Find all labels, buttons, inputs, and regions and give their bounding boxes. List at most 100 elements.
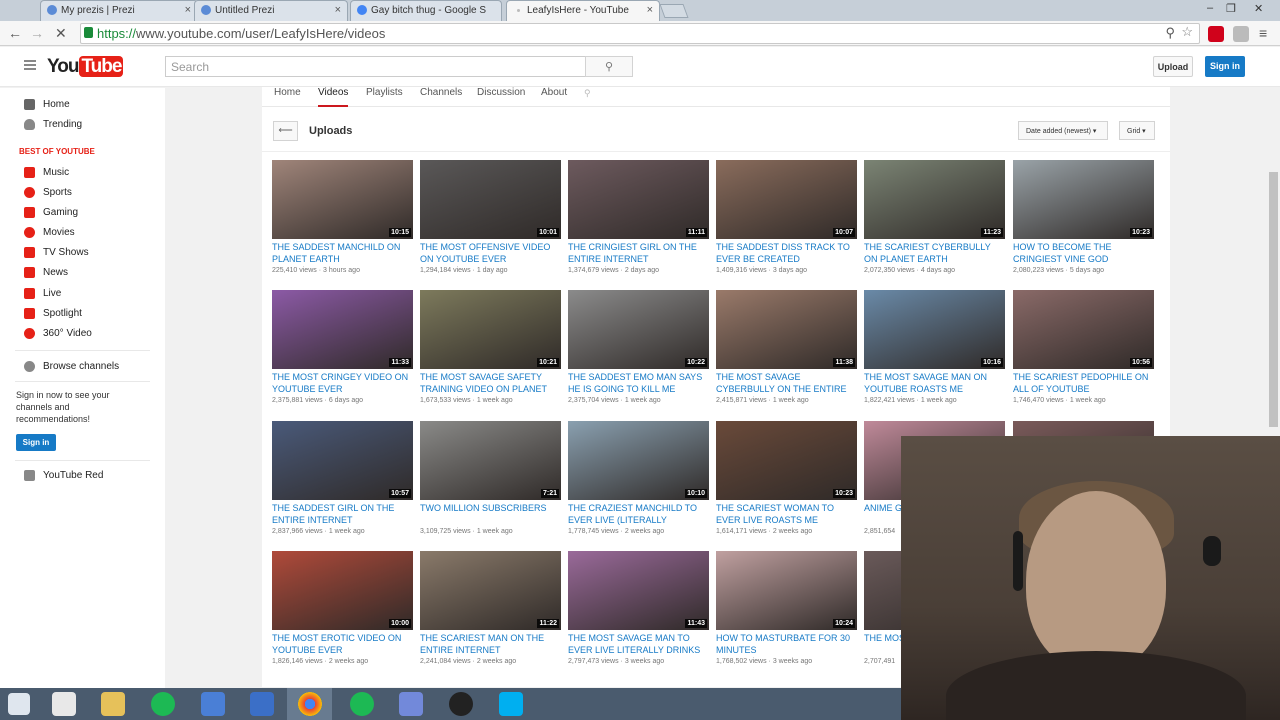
video-card[interactable]: 10:23 HOW TO BECOME THE CRINGIEST VINE GO… [1013,160,1155,285]
video-card[interactable]: 10:01 THE MOST OFFENSIVE VIDEO ON YOUTUBE… [420,160,562,285]
video-card[interactable]: 10:23 THE SCARIEST WOMAN TO EVER LIVE ROA… [716,421,858,546]
skype-icon[interactable] [499,692,523,716]
guide-item-movies[interactable]: Movies [24,227,75,243]
video-title[interactable]: THE MOST SAVAGE SAFETY TRAINING VIDEO ON… [420,371,562,395]
guide-item-home[interactable]: Home [24,99,70,115]
spotify-icon[interactable] [151,692,175,716]
spotify-icon[interactable] [350,692,374,716]
video-thumbnail[interactable]: 10:01 [420,160,561,239]
browser-tab[interactable]: Gay bitch thug - Google S [350,0,502,21]
stop-loading-icon[interactable]: ✕ [55,25,67,42]
video-thumbnail[interactable]: 11:22 [420,551,561,630]
channel-search-icon[interactable]: ⚲ [584,88,591,99]
video-thumbnail[interactable]: 11:33 [272,290,413,369]
video-thumbnail[interactable]: 10:57 [272,421,413,500]
guide-item-music[interactable]: Music [24,167,69,183]
guide-item-live[interactable]: Live [24,288,61,304]
sort-dropdown[interactable]: Date added (newest) ▾ [1018,121,1108,140]
app-icon[interactable] [201,692,225,716]
video-thumbnail[interactable]: 11:23 [864,160,1005,239]
forward-icon[interactable]: → [30,25,44,41]
guide-sign-in-button[interactable]: Sign in [16,434,56,451]
tab-videos[interactable]: Videos [318,87,349,107]
tab-discussion[interactable]: Discussion [477,87,525,107]
video-card[interactable]: 11:38 THE MOST SAVAGE CYBERBULLY ON THE E… [716,290,858,415]
adblock-icon[interactable] [1208,26,1224,42]
guide-item-tv-shows[interactable]: TV Shows [24,247,89,263]
close-icon[interactable]: × [647,4,653,16]
youtube-logo[interactable]: You Tube [47,56,124,78]
search-input[interactable]: Search [165,56,586,77]
minimize-icon[interactable]: – [1207,2,1213,14]
zoom-icon[interactable]: ⚲ [1165,25,1175,41]
browser-tab-active[interactable]: LeafyIsHere - YouTube × [506,0,660,21]
video-title[interactable]: THE CRAZIEST MANCHILD TO EVER LIVE (LITE… [568,502,710,526]
file-explorer-icon[interactable] [101,692,125,716]
guide-item-sports[interactable]: Sports [24,187,72,203]
close-window-icon[interactable]: ✕ [1254,2,1263,15]
guide-item-trending[interactable]: Trending [24,119,82,135]
video-title[interactable]: THE MOST SAVAGE CYBERBULLY ON THE ENTIRE… [716,371,858,395]
guide-item-gaming[interactable]: Gaming [24,207,78,223]
video-title[interactable]: HOW TO MASTURBATE FOR 30 MINUTES [716,632,858,656]
tab-home[interactable]: Home [274,87,301,107]
close-icon[interactable]: × [185,4,191,16]
video-title[interactable]: THE MOST CRINGEY VIDEO ON YOUTUBE EVER [272,371,414,395]
video-thumbnail[interactable]: 11:38 [716,290,857,369]
guide-item-spotlight[interactable]: Spotlight [24,308,82,324]
video-card[interactable]: 11:43 THE MOST SAVAGE MAN TO EVER LIVE LI… [568,551,710,676]
address-bar[interactable]: https://www.youtube.com/user/LeafyIsHere… [80,23,1200,44]
sign-in-button[interactable]: Sign in [1205,56,1245,77]
windows-start-icon[interactable] [8,693,30,715]
video-title[interactable]: TWO MILLION SUBSCRIBERS [420,502,562,526]
scrollbar-thumb[interactable] [1269,172,1278,427]
video-card[interactable]: 11:11 THE CRINGIEST GIRL ON THE ENTIRE IN… [568,160,710,285]
guide-item-news[interactable]: News [24,267,68,283]
guide-item-360-video[interactable]: 360° Video [24,328,92,344]
video-thumbnail[interactable]: 10:22 [568,290,709,369]
video-card[interactable]: 10:56 THE SCARIEST PEDOPHILE ON ALL OF YO… [1013,290,1155,415]
home-icon[interactable] [52,692,76,716]
extension-icon[interactable] [1233,26,1249,42]
video-thumbnail[interactable]: 10:10 [568,421,709,500]
video-thumbnail[interactable]: 10:23 [1013,160,1154,239]
hamburger-menu-icon[interactable] [24,60,36,70]
video-title[interactable]: THE MOST OFFENSIVE VIDEO ON YOUTUBE EVER [420,241,562,265]
obs-icon[interactable] [449,692,473,716]
search-button[interactable]: ⚲ [585,56,633,77]
menu-icon[interactable]: ≡ [1259,25,1267,41]
video-thumbnail[interactable]: 11:43 [568,551,709,630]
video-card[interactable]: 10:00 THE MOST EROTIC VIDEO ON YOUTUBE EV… [272,551,414,676]
video-title[interactable]: THE SCARIEST CYBERBULLY ON PLANET EARTH [864,241,1006,265]
star-icon[interactable]: ☆ [1181,24,1193,40]
video-card[interactable]: 10:15 THE SADDEST MANCHILD ON PLANET EART… [272,160,414,285]
upload-button[interactable]: Upload [1153,56,1193,77]
video-card[interactable]: 10:07 THE SADDEST DISS TRACK TO EVER BE C… [716,160,858,285]
video-thumbnail[interactable]: 11:11 [568,160,709,239]
video-title[interactable]: THE SCARIEST MAN ON THE ENTIRE INTERNET [420,632,562,656]
video-card[interactable]: 10:22 THE SADDEST EMO MAN SAYS HE IS GOIN… [568,290,710,415]
video-thumbnail[interactable]: 10:24 [716,551,857,630]
video-title[interactable]: THE SADDEST DISS TRACK TO EVER BE CREATE… [716,241,858,265]
browser-tab[interactable]: Untitled Prezi × [194,0,348,21]
video-thumbnail[interactable]: 10:15 [272,160,413,239]
video-title[interactable]: THE SADDEST GIRL ON THE ENTIRE INTERNET [272,502,414,526]
close-icon[interactable]: × [335,4,341,16]
video-card[interactable]: 10:24 HOW TO MASTURBATE FOR 30 MINUTES 1,7… [716,551,858,676]
back-icon[interactable]: ← [8,25,22,41]
video-card[interactable]: 11:23 THE SCARIEST CYBERBULLY ON PLANET E… [864,160,1006,285]
view-dropdown[interactable]: Grid ▾ [1119,121,1155,140]
settings-app-icon[interactable] [250,692,274,716]
video-card[interactable]: 11:22 THE SCARIEST MAN ON THE ENTIRE INTE… [420,551,562,676]
video-thumbnail[interactable]: 10:16 [864,290,1005,369]
video-thumbnail[interactable]: 7:21 [420,421,561,500]
tab-playlists[interactable]: Playlists [366,87,403,107]
video-card[interactable]: 11:33 THE MOST CRINGEY VIDEO ON YOUTUBE E… [272,290,414,415]
video-card[interactable]: 10:10 THE CRAZIEST MANCHILD TO EVER LIVE … [568,421,710,546]
video-card[interactable]: 10:21 THE MOST SAVAGE SAFETY TRAINING VID… [420,290,562,415]
video-title[interactable]: THE SCARIEST PEDOPHILE ON ALL OF YOUTUBE [1013,371,1155,395]
video-thumbnail[interactable]: 10:00 [272,551,413,630]
video-thumbnail[interactable]: 10:07 [716,160,857,239]
browser-tab[interactable]: My prezis | Prezi × [40,0,198,21]
restore-icon[interactable]: ❐ [1226,2,1236,15]
